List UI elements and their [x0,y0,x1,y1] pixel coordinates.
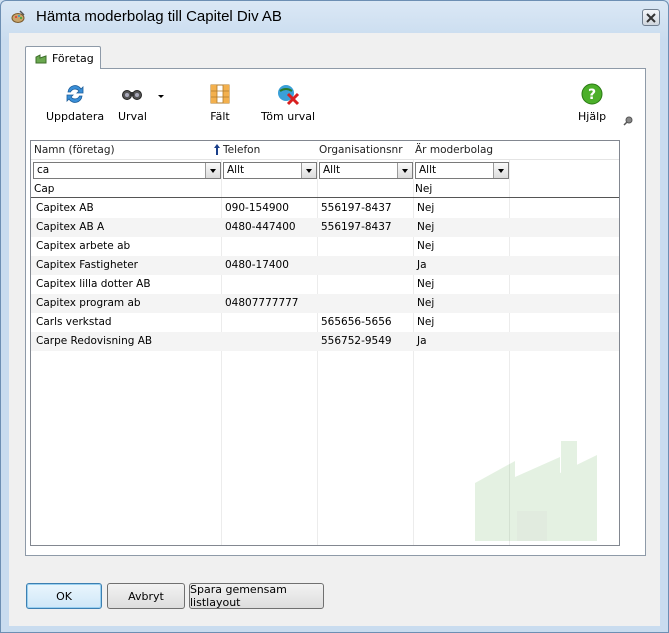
window-title: Hämta moderbolag till Capitel Div AB [36,8,282,25]
grid-body: Namn (företag) Telefon Organisationsnr Ä… [30,140,620,546]
cancel-button[interactable]: Avbryt [107,583,185,609]
save-shared-layout-button[interactable]: Spara gemensam listlayout [189,583,324,609]
cancel-label: Avbryt [128,589,164,603]
cell-is-parent: Nej [417,278,435,290]
tab-panel: Uppdatera Urval Fält Töm urval ? Hjälp N… [25,68,646,556]
table-row[interactable]: Capitex AB 090-154900 556197-8437 Nej [31,199,619,218]
parent-filter-dropdown[interactable] [493,163,508,178]
cell-name: Capitex program ab [36,297,141,309]
dialog-window: Hämta moderbolag till Capitel Div AB För… [0,0,669,633]
org-filter-dropdown[interactable] [397,163,412,178]
org-filter-select[interactable]: Allt [319,162,413,179]
chevron-down-icon [306,168,312,173]
table-row[interactable]: Capitex lilla dotter AB Nej [31,275,619,294]
phone-filter-select[interactable]: Allt [223,162,317,179]
table-row[interactable]: Carpe Redovisning AB 556752-9549 Ja [31,332,619,351]
cell-is-parent: Nej [417,221,435,233]
fields-button[interactable]: Fält [208,82,232,123]
clear-filter-label: Töm urval [261,110,316,123]
filter-button[interactable]: Urval [118,82,147,123]
ok-button[interactable]: OK [26,583,102,609]
cell-phone: 0480-447400 [225,221,296,233]
help-button[interactable]: ? Hjälp [578,82,606,123]
table-row[interactable]: Carls verkstad 565656-5656 Nej [31,313,619,332]
columns-icon [210,84,230,104]
new-row-name: Cap [34,183,55,195]
app-icon [11,10,25,23]
dialog-client-area: Företag Uppdatera Urval Fält Töm urval ?… [9,33,660,626]
name-filter-input[interactable]: ca [33,162,221,179]
refresh-icon [66,85,84,103]
close-button[interactable] [642,9,660,26]
header-is-parent[interactable]: Är moderbolag [415,144,493,156]
header-org-nr[interactable]: Organisationsnr [319,144,403,156]
factory-watermark-icon [475,441,597,541]
table-row[interactable]: Capitex AB A 0480-447400 556197-8437 Nej [31,218,619,237]
title-bar[interactable]: Hämta moderbolag till Capitel Div AB [1,1,668,33]
cell-is-parent: Nej [417,240,435,252]
table-row[interactable]: Capitex arbete ab Nej [31,237,619,256]
header-row: Namn (företag) Telefon Organisationsnr Ä… [31,141,619,160]
pin-icon[interactable] [622,115,634,127]
cell-name: Capitex lilla dotter AB [36,278,151,290]
toolbar: Uppdatera Urval Fält Töm urval ? Hjälp [38,78,636,140]
parent-filter-select[interactable]: Allt [415,162,509,179]
refresh-label: Uppdatera [46,110,105,123]
cell-org-nr: 556197-8437 [321,202,392,214]
cell-org-nr: 556197-8437 [321,221,392,233]
close-icon [646,12,656,23]
binoculars-icon [122,90,143,100]
filter-row: ca Allt Allt Allt [31,160,619,180]
phone-filter-dropdown[interactable] [301,163,316,178]
parent-filter-value: Allt [419,164,437,176]
clear-filter-icon [278,85,300,106]
org-filter-value: Allt [323,164,341,176]
tab-foretag[interactable]: Företag [25,46,101,69]
cell-name: Carls verkstad [36,316,112,328]
chevron-down-icon [210,168,216,173]
name-filter-dropdown[interactable] [205,163,220,178]
clear-filter-button[interactable]: Töm urval [261,82,315,123]
company-grid: Namn (företag) Telefon Organisationsnr Ä… [30,140,620,580]
ok-label: OK [56,589,72,603]
name-filter-value: ca [37,164,50,176]
cell-org-nr: 565656-5656 [321,316,392,328]
table-row[interactable]: Capitex Fastigheter 0480-17400 Ja [31,256,619,275]
save-shared-layout-label: Spara gemensam listlayout [190,583,287,609]
svg-text:?: ? [588,87,596,103]
chevron-down-icon [498,168,504,173]
table-row[interactable]: Capitex program ab 04807777777 Nej [31,294,619,313]
cell-name: Carpe Redovisning AB [36,335,153,347]
cell-is-parent: Ja [417,259,427,271]
sort-ascending-icon [214,144,220,155]
refresh-button[interactable]: Uppdatera [46,82,104,123]
cell-is-parent: Nej [417,202,435,214]
company-icon [35,53,47,63]
cell-name: Capitex AB A [36,221,105,233]
header-phone[interactable]: Telefon [223,144,260,156]
cell-phone: 04807777777 [225,297,299,309]
new-entry-row[interactable]: Cap Nej [31,180,619,198]
cell-org-nr: 556752-9549 [321,335,392,347]
help-icon: ? [581,83,603,105]
cell-name: Capitex arbete ab [36,240,131,252]
phone-filter-value: Allt [227,164,245,176]
cell-name: Capitex Fastigheter [36,259,138,271]
header-name[interactable]: Namn (företag) [34,144,115,156]
new-row-parent: Nej [415,183,433,195]
cell-phone: 0480-17400 [225,259,289,271]
tab-label: Företag [52,51,94,65]
help-label: Hjälp [578,110,607,123]
filter-label: Urval [118,110,147,123]
filter-dropdown-arrow[interactable] [158,95,164,98]
cell-is-parent: Ja [417,335,427,347]
fields-label: Fält [210,110,230,123]
cell-is-parent: Nej [417,297,435,309]
chevron-down-icon [402,168,408,173]
cell-is-parent: Nej [417,316,435,328]
cell-phone: 090-154900 [225,202,289,214]
cell-name: Capitex AB [36,202,94,214]
